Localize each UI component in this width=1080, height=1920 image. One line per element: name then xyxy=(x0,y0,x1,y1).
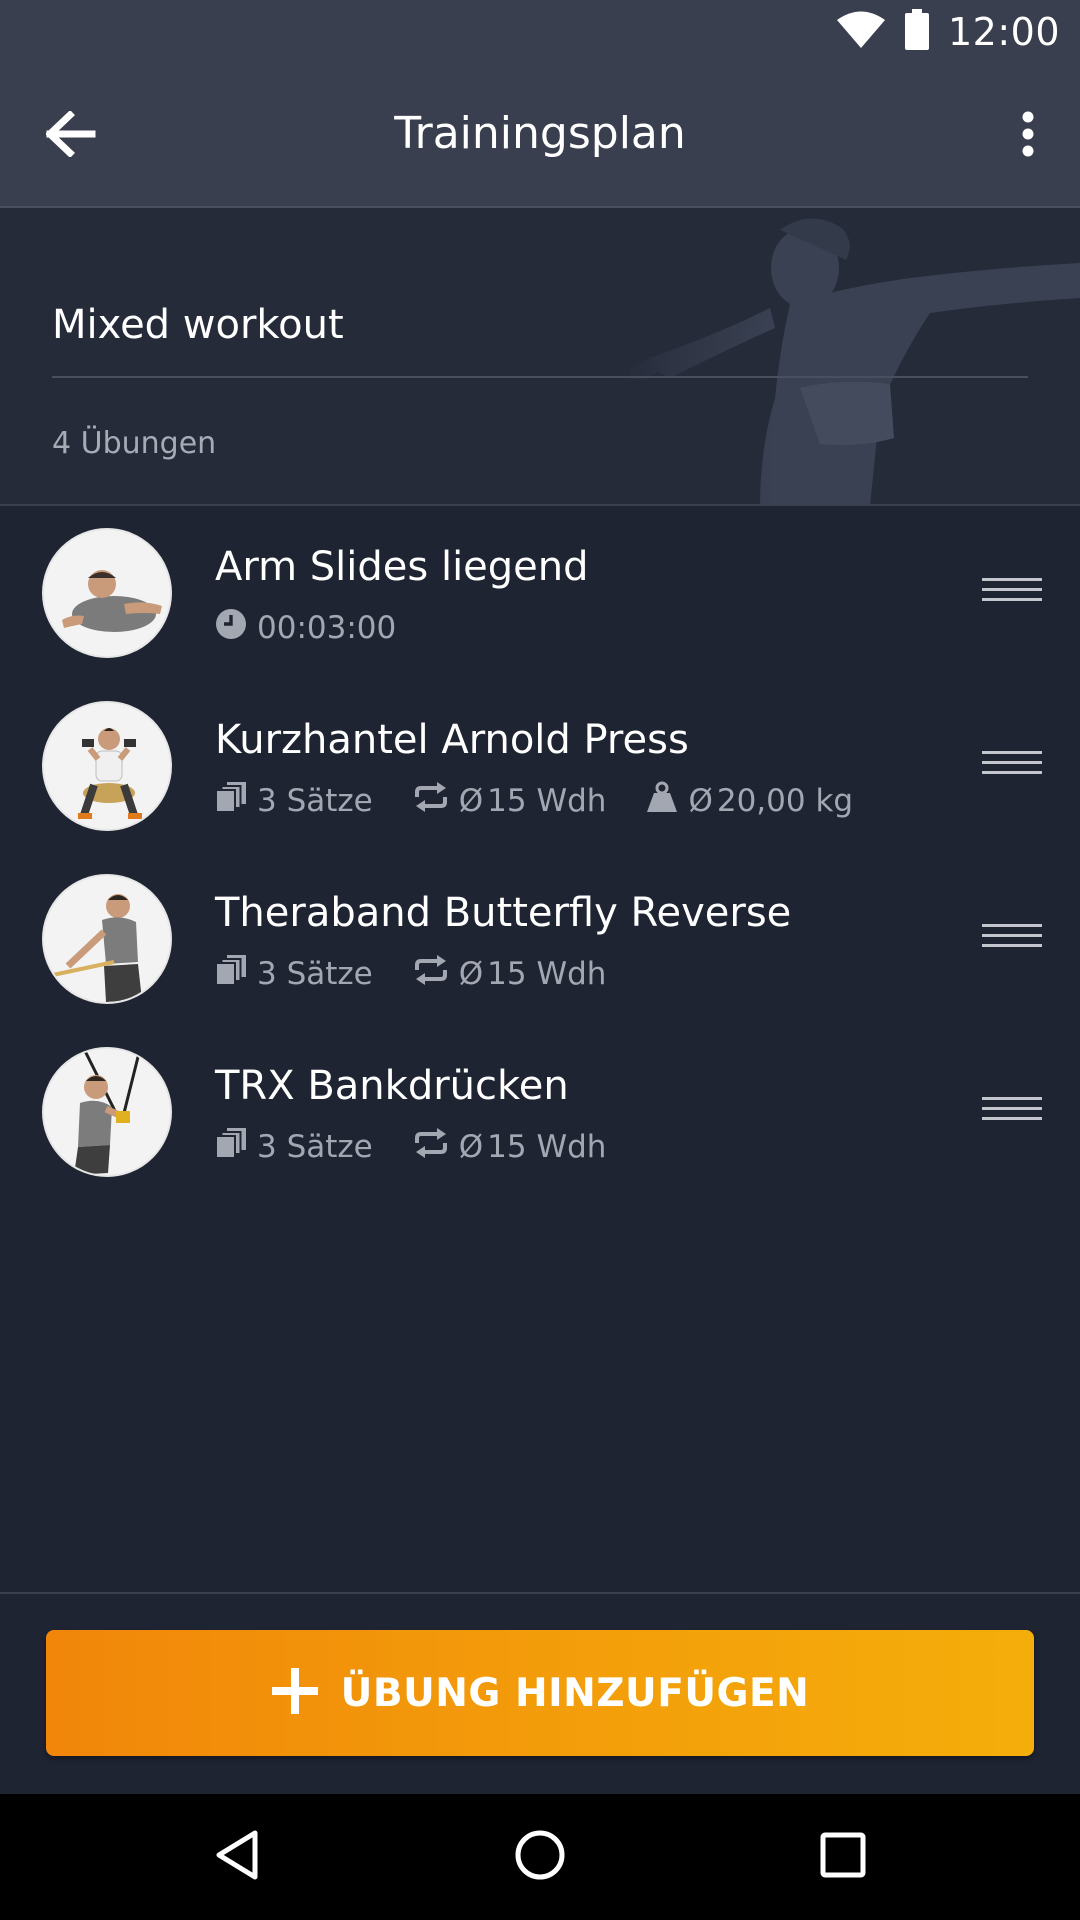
drag-handle[interactable] xyxy=(982,1089,1042,1133)
add-exercise-button[interactable]: ÜBUNG HINZUFÜGEN xyxy=(46,1630,1034,1756)
reps-value: 15 Wdh xyxy=(487,956,607,992)
nav-back-button[interactable] xyxy=(202,1822,272,1892)
repeat-icon xyxy=(413,954,459,994)
exercise-name: Arm Slides liegend xyxy=(215,544,589,590)
repeat-icon xyxy=(413,781,459,821)
average-symbol: Ø xyxy=(458,1129,484,1165)
plus-icon xyxy=(271,1667,319,1719)
add-exercise-label: ÜBUNG HINZUFÜGEN xyxy=(340,1670,810,1716)
exercise-name: Theraband Butterfly Reverse xyxy=(215,890,792,936)
sets-value: 3 Sätze xyxy=(257,956,373,992)
exercise-list: Arm Slides liegend 00:03:00 Kurzhantel A… xyxy=(0,520,1080,1212)
exercise-item[interactable]: Arm Slides liegend 00:03:00 xyxy=(0,520,1080,693)
drag-handle-icon xyxy=(982,577,1042,607)
exercise-item[interactable]: Theraband Butterfly Reverse 3 Sätze Ø 15… xyxy=(0,866,1080,1039)
drag-handle-icon xyxy=(982,923,1042,953)
clock-icon xyxy=(215,608,257,648)
weight-meta: Ø 20,00 kg xyxy=(646,781,853,821)
triangle-back-icon xyxy=(213,1829,261,1885)
system-nav-bar xyxy=(0,1794,1080,1920)
page-title: Trainingsplan xyxy=(394,108,686,159)
exercise-meta: 3 Sätze Ø 15 Wdh xyxy=(215,954,646,994)
exercise-thumbnail xyxy=(42,701,172,831)
reps-meta: Ø 15 Wdh xyxy=(413,1127,607,1167)
drag-handle-icon xyxy=(982,750,1042,780)
sets-value: 3 Sätze xyxy=(257,1129,373,1165)
weight-icon xyxy=(646,781,688,821)
nav-recents-button[interactable] xyxy=(808,1822,878,1892)
status-time: 12:00 xyxy=(947,10,1060,54)
reps-meta: Ø 15 Wdh xyxy=(413,781,607,821)
overflow-menu-button[interactable] xyxy=(998,104,1058,168)
drag-handle[interactable] xyxy=(982,743,1042,787)
average-symbol: Ø xyxy=(458,956,484,992)
sets-meta: 3 Sätze xyxy=(215,781,373,821)
reps-value: 15 Wdh xyxy=(487,783,607,819)
plan-name-underline xyxy=(52,376,1028,378)
exercise-thumbnail xyxy=(42,528,172,658)
square-recents-icon xyxy=(819,1831,867,1883)
exercise-name: TRX Bankdrücken xyxy=(215,1063,569,1109)
app-screen: 12:00 Trainingsplan Mixed workout 4 Übun… xyxy=(0,0,1080,1920)
exercise-count: 4 Übungen xyxy=(52,426,217,461)
exercise-item[interactable]: Kurzhantel Arnold Press 3 Sätze Ø 15 Wdh… xyxy=(0,693,1080,866)
athlete-hero-image xyxy=(610,208,1080,504)
exercise-meta: 00:03:00 xyxy=(215,608,436,648)
bottom-action-area: ÜBUNG HINZUFÜGEN xyxy=(0,1592,1080,1794)
exercise-item[interactable]: TRX Bankdrücken 3 Sätze Ø 15 Wdh xyxy=(0,1039,1080,1212)
drag-handle[interactable] xyxy=(982,570,1042,614)
drag-handle[interactable] xyxy=(982,916,1042,960)
average-symbol: Ø xyxy=(688,783,713,819)
sets-icon xyxy=(215,1127,257,1167)
sets-value: 3 Sätze xyxy=(257,783,373,819)
duration-value: 00:03:00 xyxy=(257,610,397,646)
battery-icon xyxy=(904,9,930,55)
repeat-icon xyxy=(413,1127,459,1167)
wifi-icon xyxy=(836,11,886,53)
exercise-meta: 3 Sätze Ø 15 Wdh xyxy=(215,781,893,821)
average-symbol: Ø xyxy=(458,783,484,819)
exercise-meta: 3 Sätze Ø 15 Wdh xyxy=(215,1127,646,1167)
reps-value: 15 Wdh xyxy=(487,1129,607,1165)
status-icons: 12:00 xyxy=(836,6,1060,58)
nav-home-button[interactable] xyxy=(505,1822,575,1892)
sets-icon xyxy=(215,781,257,821)
sets-meta: 3 Sätze xyxy=(215,1127,373,1167)
exercise-thumbnail xyxy=(42,874,172,1004)
more-vertical-icon xyxy=(1021,111,1035,161)
duration-meta: 00:03:00 xyxy=(215,608,396,648)
circle-home-icon xyxy=(514,1829,566,1885)
reps-meta: Ø 15 Wdh xyxy=(413,954,607,994)
sets-meta: 3 Sätze xyxy=(215,954,373,994)
app-bar: Trainingsplan xyxy=(0,64,1080,208)
exercise-name: Kurzhantel Arnold Press xyxy=(215,717,689,763)
drag-handle-icon xyxy=(982,1096,1042,1126)
plan-header: Mixed workout 4 Übungen xyxy=(0,208,1080,506)
weight-value: 20,00 kg xyxy=(716,783,854,819)
plan-name[interactable]: Mixed workout xyxy=(52,302,344,348)
exercise-thumbnail xyxy=(42,1047,172,1177)
sets-icon xyxy=(215,954,257,994)
status-bar: 12:00 xyxy=(0,0,1080,64)
